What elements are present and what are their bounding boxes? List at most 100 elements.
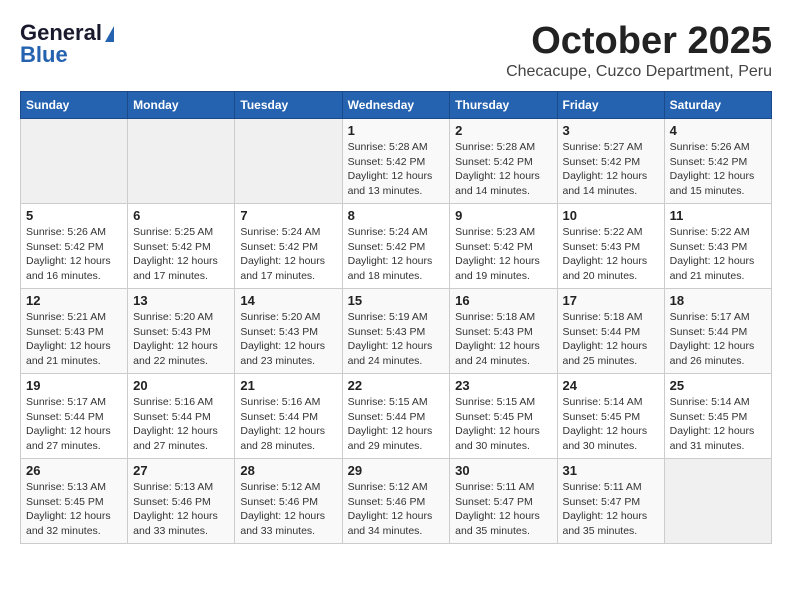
day-number: 22 xyxy=(348,378,445,393)
day-cell xyxy=(664,459,771,544)
logo-blue-text: Blue xyxy=(20,42,68,68)
day-info: Sunrise: 5:22 AM Sunset: 5:43 PM Dayligh… xyxy=(670,225,766,284)
day-info: Sunrise: 5:21 AM Sunset: 5:43 PM Dayligh… xyxy=(26,310,122,369)
day-info: Sunrise: 5:27 AM Sunset: 5:42 PM Dayligh… xyxy=(563,140,659,199)
day-cell: 23 Sunrise: 5:15 AM Sunset: 5:45 PM Dayli… xyxy=(450,374,557,459)
day-number: 31 xyxy=(563,463,659,478)
day-number: 5 xyxy=(26,208,122,223)
day-cell: 28Sunrise: 5:12 AM Sunset: 5:46 PM Dayli… xyxy=(235,459,342,544)
day-number: 12 xyxy=(26,293,122,308)
day-number: 13 xyxy=(133,293,229,308)
day-info: Sunrise: 5:20 AM Sunset: 5:43 PM Dayligh… xyxy=(133,310,229,369)
calendar-header: SundayMondayTuesdayWednesdayThursdayFrid… xyxy=(21,92,772,119)
day-number: 2 xyxy=(455,123,551,138)
month-title: October 2025 xyxy=(506,20,772,63)
day-cell: 7 Sunrise: 5:24 AM Sunset: 5:42 PM Daylig… xyxy=(235,204,342,289)
day-info: Sunrise: 5:26 AM Sunset: 5:42 PM Dayligh… xyxy=(670,140,766,199)
day-number: 4 xyxy=(670,123,766,138)
day-number: 9 xyxy=(455,208,551,223)
calendar-table: SundayMondayTuesdayWednesdayThursdayFrid… xyxy=(20,91,772,544)
day-number: 26 xyxy=(26,463,122,478)
day-number: 23 xyxy=(455,378,551,393)
header-cell-monday: Monday xyxy=(128,92,235,119)
day-cell: 11 Sunrise: 5:22 AM Sunset: 5:43 PM Dayli… xyxy=(664,204,771,289)
day-number: 15 xyxy=(348,293,445,308)
day-number: 20 xyxy=(133,378,229,393)
week-row-1: 1 Sunrise: 5:28 AM Sunset: 5:42 PM Daylig… xyxy=(21,119,772,204)
day-cell: 22 Sunrise: 5:15 AM Sunset: 5:44 PM Dayli… xyxy=(342,374,450,459)
header-cell-wednesday: Wednesday xyxy=(342,92,450,119)
day-number: 7 xyxy=(240,208,336,223)
header-row: SundayMondayTuesdayWednesdayThursdayFrid… xyxy=(21,92,772,119)
day-cell: 16 Sunrise: 5:18 AM Sunset: 5:43 PM Dayli… xyxy=(450,289,557,374)
header-cell-sunday: Sunday xyxy=(21,92,128,119)
day-info: Sunrise: 5:18 AM Sunset: 5:43 PM Dayligh… xyxy=(455,310,551,369)
day-number: 21 xyxy=(240,378,336,393)
day-cell: 24 Sunrise: 5:14 AM Sunset: 5:45 PM Dayli… xyxy=(557,374,664,459)
day-cell: 18Sunrise: 5:17 AM Sunset: 5:44 PM Dayli… xyxy=(664,289,771,374)
day-info: Sunrise: 5:14 AM Sunset: 5:45 PM Dayligh… xyxy=(563,395,659,454)
day-info: Sunrise: 5:12 AM Sunset: 5:46 PM Dayligh… xyxy=(240,480,336,539)
day-cell: 17Sunrise: 5:18 AM Sunset: 5:44 PM Dayli… xyxy=(557,289,664,374)
week-row-4: 19 Sunrise: 5:17 AM Sunset: 5:44 PM Dayli… xyxy=(21,374,772,459)
day-number: 24 xyxy=(563,378,659,393)
day-info: Sunrise: 5:11 AM Sunset: 5:47 PM Dayligh… xyxy=(563,480,659,539)
day-info: Sunrise: 5:25 AM Sunset: 5:42 PM Dayligh… xyxy=(133,225,229,284)
day-info: Sunrise: 5:14 AM Sunset: 5:45 PM Dayligh… xyxy=(670,395,766,454)
header-cell-tuesday: Tuesday xyxy=(235,92,342,119)
day-cell: 19 Sunrise: 5:17 AM Sunset: 5:44 PM Dayli… xyxy=(21,374,128,459)
day-cell: 31 Sunrise: 5:11 AM Sunset: 5:47 PM Dayli… xyxy=(557,459,664,544)
day-info: Sunrise: 5:23 AM Sunset: 5:42 PM Dayligh… xyxy=(455,225,551,284)
day-number: 8 xyxy=(348,208,445,223)
week-row-3: 12 Sunrise: 5:21 AM Sunset: 5:43 PM Dayli… xyxy=(21,289,772,374)
day-info: Sunrise: 5:15 AM Sunset: 5:44 PM Dayligh… xyxy=(348,395,445,454)
day-info: Sunrise: 5:26 AM Sunset: 5:42 PM Dayligh… xyxy=(26,225,122,284)
day-cell xyxy=(235,119,342,204)
day-cell: 27Sunrise: 5:13 AM Sunset: 5:46 PM Dayli… xyxy=(128,459,235,544)
day-number: 14 xyxy=(240,293,336,308)
day-number: 25 xyxy=(670,378,766,393)
day-info: Sunrise: 5:15 AM Sunset: 5:45 PM Dayligh… xyxy=(455,395,551,454)
calendar-body: 1 Sunrise: 5:28 AM Sunset: 5:42 PM Daylig… xyxy=(21,119,772,544)
page-header: General Blue October 2025 Checacupe, Cuz… xyxy=(20,20,772,81)
title-block: October 2025 Checacupe, Cuzco Department… xyxy=(506,20,772,81)
day-info: Sunrise: 5:28 AM Sunset: 5:42 PM Dayligh… xyxy=(455,140,551,199)
day-info: Sunrise: 5:13 AM Sunset: 5:45 PM Dayligh… xyxy=(26,480,122,539)
day-number: 27 xyxy=(133,463,229,478)
day-cell: 2 Sunrise: 5:28 AM Sunset: 5:42 PM Daylig… xyxy=(450,119,557,204)
day-cell: 12 Sunrise: 5:21 AM Sunset: 5:43 PM Dayli… xyxy=(21,289,128,374)
day-cell: 20 Sunrise: 5:16 AM Sunset: 5:44 PM Dayli… xyxy=(128,374,235,459)
day-number: 1 xyxy=(348,123,445,138)
week-row-5: 26 Sunrise: 5:13 AM Sunset: 5:45 PM Dayli… xyxy=(21,459,772,544)
day-number: 6 xyxy=(133,208,229,223)
day-info: Sunrise: 5:12 AM Sunset: 5:46 PM Dayligh… xyxy=(348,480,445,539)
day-number: 16 xyxy=(455,293,551,308)
day-info: Sunrise: 5:16 AM Sunset: 5:44 PM Dayligh… xyxy=(133,395,229,454)
logo: General Blue xyxy=(20,20,114,68)
day-info: Sunrise: 5:17 AM Sunset: 5:44 PM Dayligh… xyxy=(26,395,122,454)
day-cell: 4 Sunrise: 5:26 AM Sunset: 5:42 PM Daylig… xyxy=(664,119,771,204)
day-cell: 15Sunrise: 5:19 AM Sunset: 5:43 PM Dayli… xyxy=(342,289,450,374)
day-cell: 25 Sunrise: 5:14 AM Sunset: 5:45 PM Dayli… xyxy=(664,374,771,459)
day-number: 3 xyxy=(563,123,659,138)
day-cell xyxy=(21,119,128,204)
day-number: 29 xyxy=(348,463,445,478)
day-number: 17 xyxy=(563,293,659,308)
day-number: 10 xyxy=(563,208,659,223)
day-cell: 3 Sunrise: 5:27 AM Sunset: 5:42 PM Daylig… xyxy=(557,119,664,204)
logo-triangle-icon xyxy=(105,26,114,42)
day-cell xyxy=(128,119,235,204)
day-info: Sunrise: 5:24 AM Sunset: 5:42 PM Dayligh… xyxy=(240,225,336,284)
day-number: 11 xyxy=(670,208,766,223)
day-cell: 6 Sunrise: 5:25 AM Sunset: 5:42 PM Daylig… xyxy=(128,204,235,289)
day-info: Sunrise: 5:24 AM Sunset: 5:42 PM Dayligh… xyxy=(348,225,445,284)
day-number: 18 xyxy=(670,293,766,308)
day-info: Sunrise: 5:20 AM Sunset: 5:43 PM Dayligh… xyxy=(240,310,336,369)
header-cell-saturday: Saturday xyxy=(664,92,771,119)
week-row-2: 5 Sunrise: 5:26 AM Sunset: 5:42 PM Daylig… xyxy=(21,204,772,289)
day-number: 19 xyxy=(26,378,122,393)
day-cell: 1Sunrise: 5:28 AM Sunset: 5:42 PM Daylig… xyxy=(342,119,450,204)
day-cell: 5 Sunrise: 5:26 AM Sunset: 5:42 PM Daylig… xyxy=(21,204,128,289)
header-cell-friday: Friday xyxy=(557,92,664,119)
day-cell: 9 Sunrise: 5:23 AM Sunset: 5:42 PM Daylig… xyxy=(450,204,557,289)
